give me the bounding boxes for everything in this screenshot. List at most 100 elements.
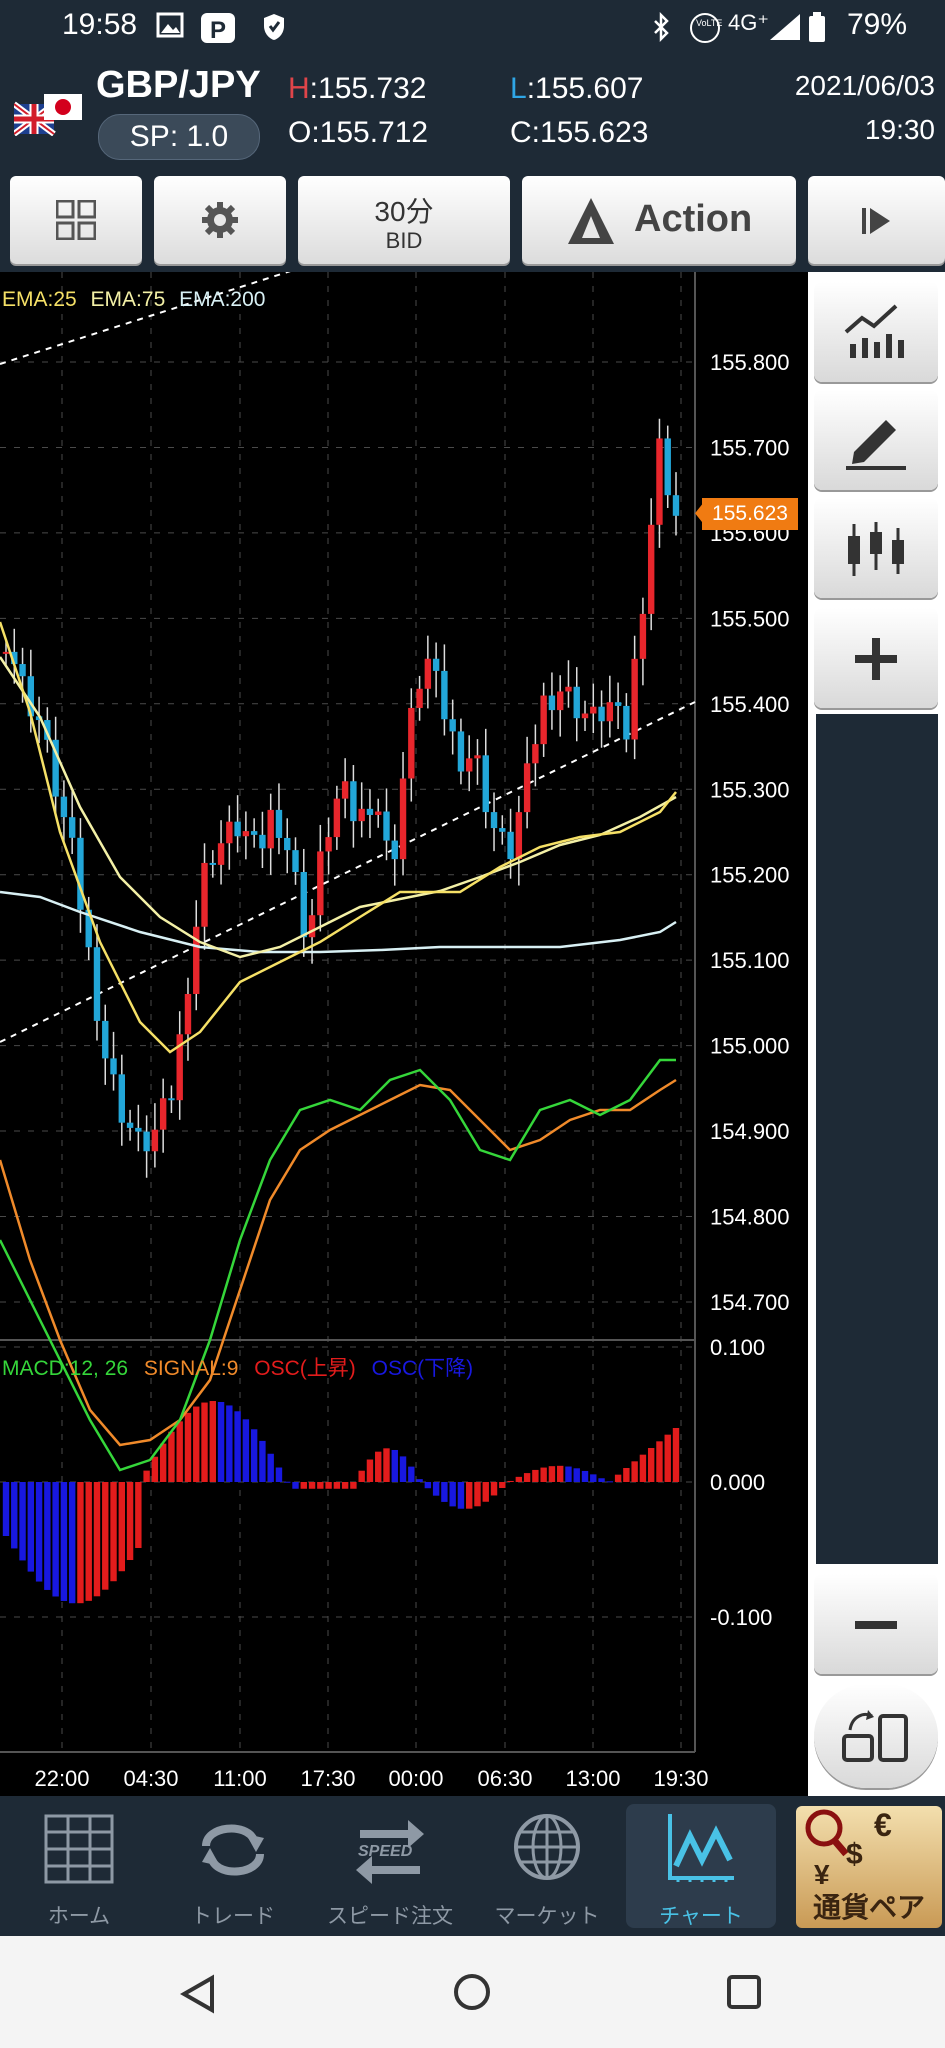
osc-bar [60,1482,68,1601]
osc-down-label: OSC(下降) [371,1357,474,1380]
price-tick-label: 154.700 [710,1290,790,1315]
candle-body [308,915,316,938]
nav-chart-label: チャート [659,1905,743,1928]
osc-bar [2,1482,10,1536]
candle-body [234,821,241,837]
osc-bar [490,1482,498,1496]
osc-bar [590,1474,597,1482]
osc-bar [341,1482,349,1489]
price-tick-label: 154.800 [710,1205,790,1230]
price-type-label: BID [385,228,423,253]
nav-trade[interactable]: トレード [158,1796,308,1936]
price-tick-label: 155.300 [710,777,790,802]
macd-tick-label: 0.100 [710,1335,765,1360]
draw-button[interactable] [814,390,938,490]
rotate-screen-icon [842,1710,908,1762]
osc-bar [35,1482,43,1582]
recents-icon[interactable] [726,1974,762,2010]
candle-body [598,706,605,722]
candle-body [259,834,266,849]
currency-pair-icon: € $ ¥ [805,1807,892,1886]
candle-body [606,702,614,722]
osc-bar [267,1453,274,1482]
price-tick-label: 155.800 [710,350,790,375]
osc-bar [193,1406,200,1482]
bluetooth-icon [652,11,670,43]
nav-speed-order[interactable]: SPEED スピード注文 [312,1796,468,1936]
network-type: 4G⁺ [728,10,769,35]
rotate-screen-button[interactable] [814,1684,938,1788]
osc-bar [532,1469,539,1482]
osc-bar [176,1421,183,1482]
low-value: :155.607 [526,72,644,105]
price-chart[interactable]: 155.800 155.700 155.600 155.500 155.400 155.3… [0,272,805,1796]
zoom-out-button[interactable] [814,1574,938,1674]
candle-body [168,1098,175,1101]
macd-tick-label: 0.000 [710,1470,765,1495]
osc-up-label: OSC(上昇) [254,1357,356,1380]
candle-body [300,872,307,938]
yen-symbol: ¥ [814,1859,830,1886]
macd-label: MACD:12, 26 [2,1357,129,1380]
candle-body [151,1129,159,1152]
ema-legend: EMA:25 EMA:75 EMA:200 [2,288,265,312]
candle-body [68,817,76,838]
action-button[interactable]: Action [522,176,796,264]
candle-body [110,1058,117,1075]
zoom-in-button[interactable] [814,608,938,708]
home-icon[interactable] [452,1972,492,2012]
zoom-scrollbar[interactable] [816,714,938,1564]
osc-bar [432,1482,440,1496]
candle-body [284,837,291,851]
nav-market[interactable]: マーケット [472,1796,622,1936]
candle-body [19,664,26,677]
osc-bar [102,1482,109,1590]
high-price: H:155.732 [288,72,426,106]
osc-bar [581,1470,589,1482]
candle-body [2,651,10,654]
timeframe-button[interactable]: 30分 BID [298,176,510,264]
osc-bar [168,1431,175,1482]
osc-bar [11,1482,18,1549]
settings-button[interactable] [154,176,286,264]
macd-legend: MACD:12, 26 SIGNAL:9 OSC(上昇) OSC(下降) [2,1352,473,1382]
osc-bar [664,1434,671,1482]
indicator-chart-icon [844,304,904,358]
low-label: L [510,72,527,105]
action-triangle-icon [568,198,614,244]
osc-bar [375,1451,382,1482]
candle-body [581,713,589,719]
candle-body [135,1127,142,1132]
battery-percent: 79% [846,8,907,41]
osc-bar [598,1478,605,1482]
osc-bar [482,1482,489,1502]
layout-button[interactable] [10,176,142,264]
price-tick-label: 155.100 [710,948,790,973]
candle-type-button[interactable] [814,498,938,598]
osc-bar [201,1402,208,1482]
signal-line [0,1078,677,1447]
play-button[interactable] [808,176,945,264]
candle-body [424,658,432,689]
osc-bar [474,1482,481,1507]
indicator-button[interactable] [814,282,938,382]
currency-pair-title[interactable]: GBP/JPY [96,64,261,107]
nav-currency-pair-label: 通貨ペア [812,1892,925,1923]
time-tick-label: 11:00 [213,1766,266,1791]
candle-body [639,613,647,659]
chart-icon [668,1814,734,1882]
osc-bar [391,1449,398,1482]
back-icon[interactable] [180,1974,216,2014]
quote-date: 2021/06/03 [794,70,935,101]
pencil-icon [846,420,906,470]
osc-bar [242,1419,250,1482]
candle-body [507,831,514,860]
osc-bar [350,1482,357,1489]
nav-chart[interactable]: チャート [626,1804,776,1928]
osc-bar [259,1440,266,1482]
nav-trade-label: トレード [191,1905,275,1928]
nav-currency-pair[interactable]: € $ ¥ 通貨ペア [796,1806,942,1928]
euro-symbol: € [874,1807,892,1843]
osc-bar [548,1466,556,1482]
nav-home[interactable]: ホーム [4,1796,154,1936]
